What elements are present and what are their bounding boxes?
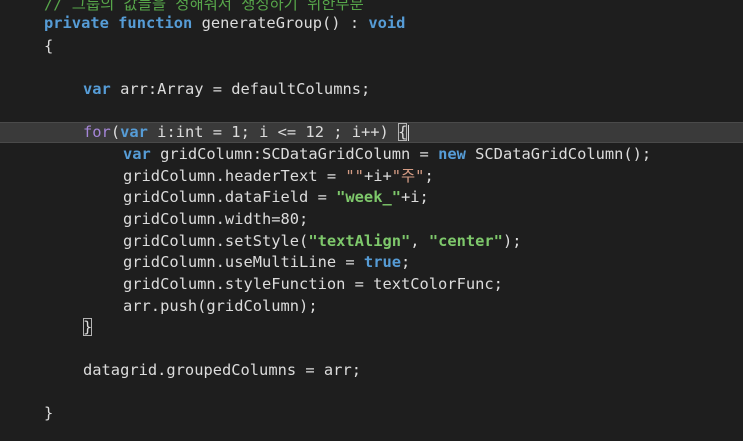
code-token: "" (345, 167, 364, 185)
code-token: gridColumn.useMultiLine = (123, 253, 364, 271)
code-token: arr:Array = defaultColumns; (110, 80, 371, 98)
code-token: new (438, 145, 466, 163)
code-line[interactable]: arr.push(gridColumn); (0, 296, 743, 317)
code-token: var (83, 80, 111, 98)
code-line[interactable] (0, 382, 743, 403)
code-token: void (368, 14, 406, 32)
code-token: for (83, 123, 111, 141)
code-line[interactable]: gridColumn.width=80; (0, 209, 743, 230)
code-line[interactable]: } (0, 403, 743, 424)
code-token: "textAlign" (308, 232, 411, 250)
code-token: gridColumn.dataField = (123, 188, 337, 206)
code-token: function (118, 14, 193, 32)
code-token: generateGroup() : (192, 14, 369, 32)
code-token: , (410, 232, 429, 250)
matched-brace: } (83, 318, 93, 336)
code-token: datagrid.groupedColumns = arr; (83, 361, 361, 379)
code-token: i:int = 1; i <= 12 ; i++) (147, 123, 399, 141)
code-line[interactable]: private function generateGroup() : void (0, 13, 743, 34)
code-line[interactable]: gridColumn.useMultiLine = true; (0, 252, 743, 273)
code-line[interactable] (0, 101, 743, 122)
code-line-current[interactable]: for(var i:int = 1; i <= 12 ; i++) { (0, 122, 743, 143)
code-token: ( (110, 123, 121, 141)
matched-brace: { (398, 123, 408, 141)
code-token: { (44, 37, 54, 55)
code-token: "주" (391, 167, 425, 185)
code-token: private (44, 14, 109, 32)
code-token: "center" (428, 232, 503, 250)
code-line[interactable]: } (0, 317, 743, 338)
code-line[interactable]: var gridColumn:SCDataGridColumn = new SC… (0, 144, 743, 165)
code-line[interactable]: datagrid.groupedColumns = arr; (0, 360, 743, 381)
code-line[interactable] (0, 339, 743, 360)
code-token: gridColumn.headerText = (123, 167, 346, 185)
code-token: gridColumn.width=80; (123, 210, 309, 228)
code-line[interactable]: gridColumn.styleFunction = textColorFunc… (0, 274, 743, 295)
code-editor[interactable]: // 그룹의 값들을 정해줘서 생성하기 위한부분 private functio… (0, 0, 743, 441)
code-line[interactable]: var arr:Array = defaultColumns; (0, 79, 743, 100)
code-token: gridColumn.setStyle( (123, 232, 309, 250)
code-token: +i; (401, 188, 429, 206)
code-line[interactable]: gridColumn.setStyle("textAlign", "center… (0, 231, 743, 252)
code-token: ; (401, 253, 411, 271)
code-token: } (44, 404, 54, 422)
code-line[interactable]: gridColumn.headerText = ""+i+"주"; (0, 166, 743, 187)
code-token: +i+ (363, 167, 392, 185)
code-line[interactable]: { (0, 36, 743, 57)
text-caret (408, 124, 410, 141)
code-token: gridColumn.styleFunction = textColorFunc… (123, 275, 503, 293)
code-line[interactable]: gridColumn.dataField = "week_"+i; (0, 187, 743, 208)
code-token: ; (424, 167, 434, 185)
code-comment: // 그룹의 값들을 정해줘서 생성하기 위한부분 (44, 0, 364, 13)
code-token: var (123, 145, 151, 163)
code-token: "week_" (336, 188, 401, 206)
code-token: var (120, 123, 148, 141)
code-token: true (363, 253, 401, 271)
code-token: SCDataGridColumn(); (465, 145, 652, 163)
code-token: arr.push(gridColumn); (123, 297, 318, 315)
code-token: gridColumn:SCDataGridColumn = (150, 145, 439, 163)
code-line[interactable] (0, 57, 743, 78)
code-token: ); (502, 232, 522, 250)
